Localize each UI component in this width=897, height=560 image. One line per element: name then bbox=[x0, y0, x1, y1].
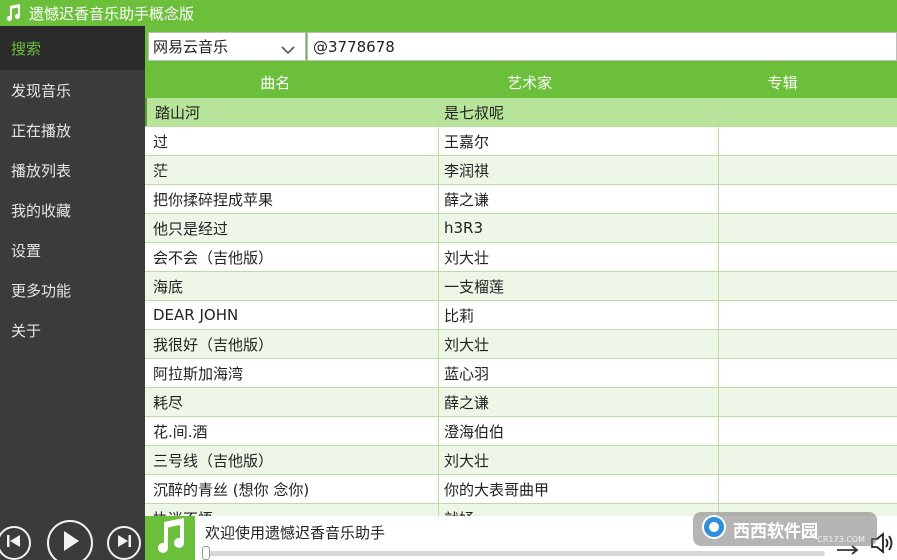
artist-cell: 就妤 bbox=[439, 504, 719, 516]
window-title: 遗憾迟香音乐助手概念版 bbox=[29, 4, 195, 23]
music-source-select[interactable]: 网易云音乐 bbox=[148, 32, 306, 61]
sidebar-item-discover[interactable]: 发现音乐 bbox=[0, 70, 145, 110]
next-button[interactable] bbox=[107, 526, 141, 560]
progress-bar[interactable] bbox=[205, 551, 825, 556]
progress-handle[interactable] bbox=[202, 546, 210, 560]
artist-cell: 是七叔呢 bbox=[439, 98, 719, 126]
music-note-icon bbox=[154, 518, 186, 558]
table-row[interactable]: 会不会（吉他版） 刘大壮 bbox=[145, 243, 897, 272]
artist-cell: 比莉 bbox=[439, 301, 719, 329]
music-note-icon bbox=[2, 2, 24, 24]
artist-cell: 王嘉尔 bbox=[439, 127, 719, 155]
sidebar-item-more[interactable]: 更多功能 bbox=[0, 270, 145, 310]
table-row[interactable]: 阿拉斯加海湾 蓝心羽 bbox=[145, 359, 897, 388]
watermark-text: 西西软件园 bbox=[733, 521, 818, 542]
sidebar-item-favorites[interactable]: 我的收藏 bbox=[0, 190, 145, 230]
album-cell bbox=[719, 98, 897, 126]
album-cell bbox=[719, 301, 897, 329]
artist-cell: 薛之谦 bbox=[439, 388, 719, 416]
sidebar-item-now-playing[interactable]: 正在播放 bbox=[0, 110, 145, 150]
artist-cell: 澄海伯伯 bbox=[439, 417, 719, 445]
song-title-cell: 三号线（吉他版） bbox=[145, 446, 439, 474]
sidebar-item-about[interactable]: 关于 bbox=[0, 310, 145, 350]
chevron-down-icon bbox=[281, 41, 295, 59]
skip-next-icon bbox=[116, 534, 132, 552]
column-header-title[interactable]: 曲名 bbox=[145, 67, 406, 98]
search-bar: 网易云音乐 @3778678 bbox=[145, 26, 897, 67]
artist-cell: 李润祺 bbox=[439, 156, 719, 184]
song-title-cell: 茫 bbox=[145, 156, 439, 184]
table-row[interactable]: 他只是经过 h3R3 bbox=[145, 214, 897, 243]
song-title-cell: 我很好（吉他版） bbox=[145, 330, 439, 358]
table-row[interactable]: 茫李润祺 bbox=[145, 156, 897, 185]
watermark-subtext: CR173.COM bbox=[817, 535, 865, 544]
album-cover[interactable] bbox=[145, 516, 195, 560]
artist-cell: 薛之谦 bbox=[439, 185, 719, 213]
song-title-cell: 执迷不悟 bbox=[145, 504, 439, 516]
artist-cell: h3R3 bbox=[439, 214, 719, 242]
now-playing-text: 欢迎使用遗憾迟香音乐助手 bbox=[205, 524, 386, 542]
album-cell bbox=[719, 475, 897, 503]
artist-cell: 刘大壮 bbox=[439, 243, 719, 271]
table-row[interactable]: DEAR JOHN 比莉 bbox=[145, 301, 897, 330]
table-row[interactable]: 耗尽 薛之谦 bbox=[145, 388, 897, 417]
album-cell bbox=[719, 156, 897, 184]
table-row[interactable]: 海底 一支榴莲 bbox=[145, 272, 897, 301]
artist-cell: 刘大壮 bbox=[439, 446, 719, 474]
song-title-cell: 花.间.酒 bbox=[145, 417, 439, 445]
watermark: 西西软件园 CR173.COM bbox=[693, 512, 877, 546]
song-title-cell: 把你揉碎捏成苹果 bbox=[145, 185, 439, 213]
search-input[interactable]: @3778678 bbox=[307, 32, 897, 61]
song-title-cell: 海底 bbox=[145, 272, 439, 300]
song-title-cell: DEAR JOHN bbox=[145, 301, 439, 329]
column-header-artist[interactable]: 艺术家 bbox=[406, 67, 654, 98]
song-title-cell: 阿拉斯加海湾 bbox=[145, 359, 439, 387]
song-title-cell: 耗尽 bbox=[145, 388, 439, 416]
previous-button[interactable] bbox=[0, 526, 31, 560]
song-title-cell: 踏山河 bbox=[145, 98, 439, 126]
table-row[interactable]: 踏山河 是七叔呢 bbox=[145, 98, 897, 127]
album-cell bbox=[719, 388, 897, 416]
watermark-logo-icon bbox=[699, 514, 729, 544]
album-cell bbox=[719, 359, 897, 387]
album-cell bbox=[719, 214, 897, 242]
album-cell bbox=[719, 243, 897, 271]
song-table-header: 曲名 艺术家 专辑 bbox=[145, 67, 897, 98]
artist-cell: 刘大壮 bbox=[439, 330, 719, 358]
music-source-value: 网易云音乐 bbox=[153, 38, 229, 56]
table-row[interactable]: 花.间.酒 澄海伯伯 bbox=[145, 417, 897, 446]
sidebar-item-playlist[interactable]: 播放列表 bbox=[0, 150, 145, 190]
title-bar: 遗憾迟香音乐助手概念版 bbox=[0, 0, 897, 26]
artist-cell: 你的大表哥曲甲 bbox=[439, 475, 719, 503]
main-panel: 网易云音乐 @3778678 曲名 艺术家 专辑 踏山河 是七叔呢过王嘉尔茫李润祺… bbox=[145, 26, 897, 516]
skip-previous-icon bbox=[6, 534, 22, 552]
artist-cell: 一支榴莲 bbox=[439, 272, 719, 300]
song-title-cell: 沉醉的青丝 (想你 念你) bbox=[145, 475, 439, 503]
song-title-cell: 会不会（吉他版） bbox=[145, 243, 439, 271]
album-cell bbox=[719, 446, 897, 474]
table-row[interactable]: 把你揉碎捏成苹果 薛之谦 bbox=[145, 185, 897, 214]
table-row[interactable]: 三号线（吉他版） 刘大壮 bbox=[145, 446, 897, 475]
play-icon bbox=[60, 530, 80, 556]
table-row[interactable]: 我很好（吉他版） 刘大壮 bbox=[145, 330, 897, 359]
song-title-cell: 他只是经过 bbox=[145, 214, 439, 242]
sidebar: 搜索 发现音乐 正在播放 播放列表 我的收藏 设置 更多功能 关于 bbox=[0, 26, 145, 516]
album-cell bbox=[719, 272, 897, 300]
album-cell bbox=[719, 127, 897, 155]
album-cell bbox=[719, 185, 897, 213]
song-title-cell: 过 bbox=[145, 127, 439, 155]
column-header-album[interactable]: 专辑 bbox=[654, 67, 897, 98]
play-button[interactable] bbox=[47, 520, 93, 560]
table-row[interactable]: 沉醉的青丝 (想你 念你) 你的大表哥曲甲 bbox=[145, 475, 897, 504]
album-cell bbox=[719, 330, 897, 358]
sidebar-item-settings[interactable]: 设置 bbox=[0, 230, 145, 270]
album-cell bbox=[719, 417, 897, 445]
sidebar-item-search[interactable]: 搜索 bbox=[0, 26, 145, 70]
artist-cell: 蓝心羽 bbox=[439, 359, 719, 387]
table-row[interactable]: 过王嘉尔 bbox=[145, 127, 897, 156]
song-table: 踏山河 是七叔呢过王嘉尔茫李润祺 把你揉碎捏成苹果 薛之谦 他只是经过 h3R3 会不会（吉… bbox=[145, 98, 897, 516]
player-controls bbox=[0, 516, 145, 560]
